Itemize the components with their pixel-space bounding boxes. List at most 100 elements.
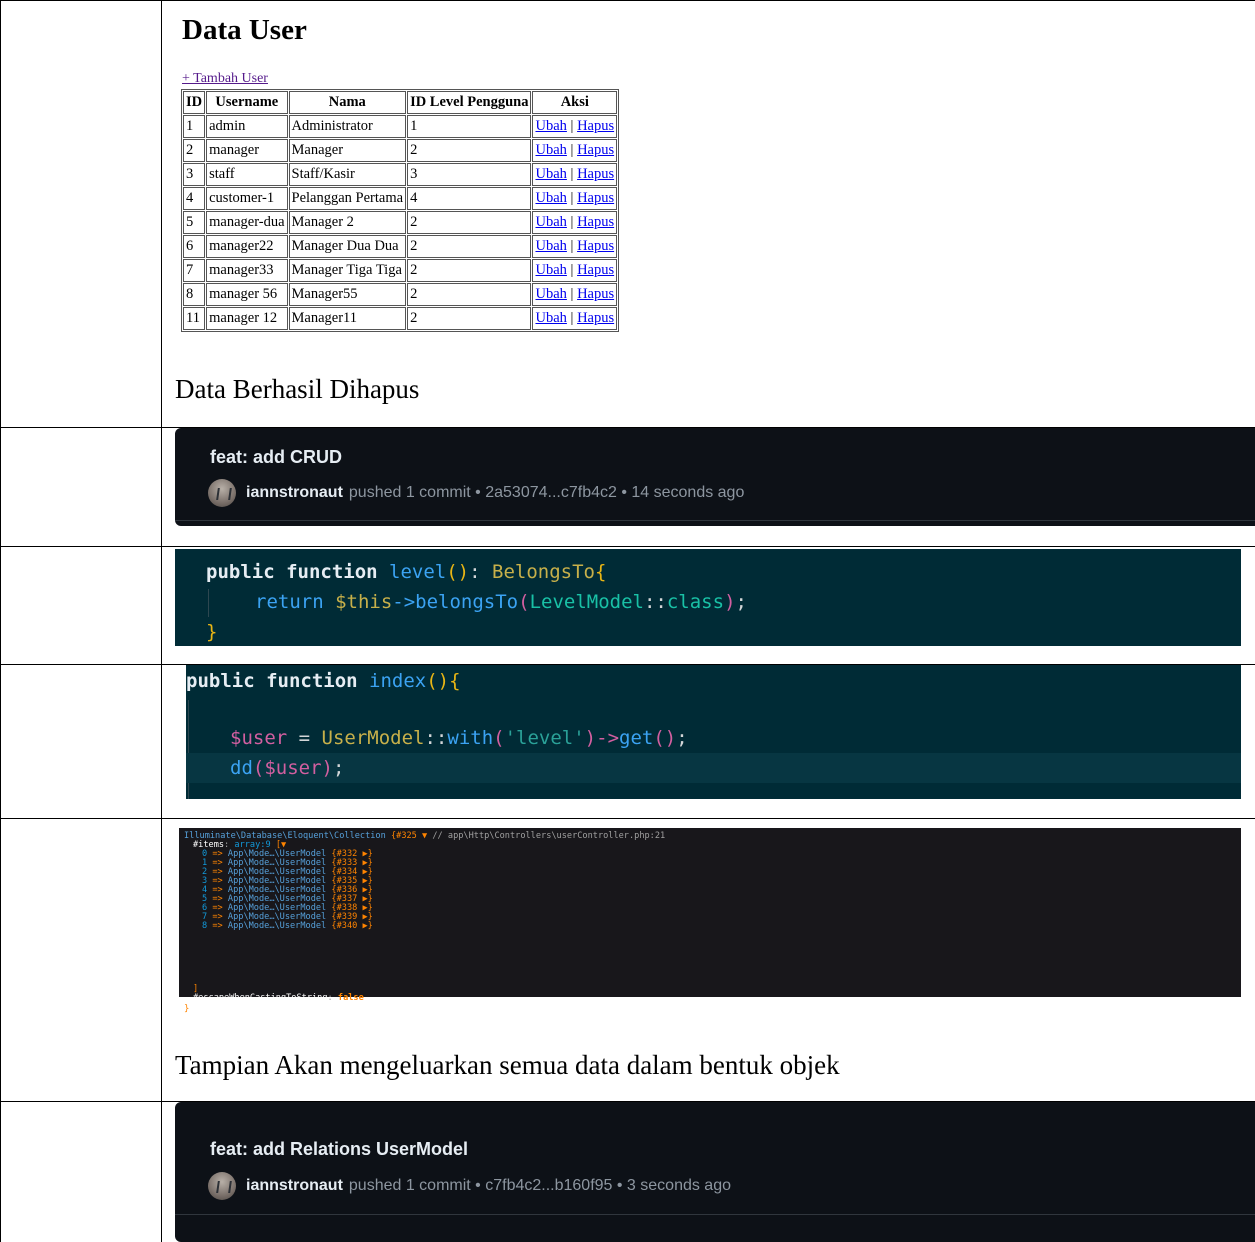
delete-link[interactable]: Hapus	[577, 118, 614, 134]
edit-link[interactable]: Ubah	[535, 262, 566, 278]
code-block-relation: public function level(): BelongsTo{ retu…	[175, 549, 1241, 646]
action-separator: |	[570, 214, 574, 230]
cell-username: manager 12	[206, 307, 288, 330]
row-divider	[0, 546, 1255, 547]
cell-nama: Manager Tiga Tiga	[288, 259, 407, 282]
commit-title[interactable]: feat: add Relations UserModel	[210, 1139, 468, 1160]
card-divider	[175, 1214, 1255, 1215]
avatar[interactable]	[208, 479, 236, 507]
code-line: }	[206, 621, 218, 643]
cell-aksi: Ubah | Hapus	[532, 211, 618, 234]
header-username: Username	[206, 91, 288, 114]
delete-link[interactable]: Hapus	[577, 262, 614, 278]
cell-level: 2	[407, 139, 532, 162]
edit-link[interactable]: Ubah	[535, 214, 566, 230]
cell-nama: Manager Dua Dua	[288, 235, 407, 258]
table-row: 8 manager 56 Manager55 2 Ubah | Hapus	[183, 283, 618, 306]
cell-username: customer-1	[206, 187, 288, 210]
cell-level: 2	[407, 283, 532, 306]
cell-id: 1	[183, 115, 206, 138]
delete-link[interactable]: Hapus	[577, 238, 614, 254]
cell-level: 1	[407, 115, 532, 138]
table-border-top	[0, 0, 1255, 1]
object-output-caption: Tampian Akan mengeluarkan semua data dal…	[175, 1050, 840, 1080]
table-border-left	[0, 0, 1, 1242]
edit-link[interactable]: Ubah	[535, 166, 566, 182]
delete-link[interactable]: Hapus	[577, 142, 614, 158]
edit-link[interactable]: Ubah	[535, 118, 566, 134]
commit-details: pushed 1 commit • 2a53074...c7fb4c2 • 14…	[348, 484, 745, 501]
users-table: ID Username Nama ID Level Pengguna Aksi …	[181, 89, 620, 332]
action-separator: |	[570, 166, 574, 182]
cell-id: 6	[183, 235, 206, 258]
code-line: public function index(){	[186, 670, 461, 692]
action-separator: |	[570, 118, 574, 134]
delete-link[interactable]: Hapus	[577, 166, 614, 182]
cell-aksi: Ubah | Hapus	[532, 163, 618, 186]
table-row: 7 manager33 Manager Tiga Tiga 2 Ubah | Hapus	[183, 259, 618, 282]
code-line: public function level(): BelongsTo{	[206, 561, 607, 583]
cell-nama: Administrator	[288, 115, 407, 138]
table-row: 4 customer-1 Pelanggan Pertama 4 Ubah | Hapu…	[183, 187, 618, 210]
delete-success-message: Data Berhasil Dihapus	[175, 374, 420, 404]
dd-dump-output: Illuminate\Database\Eloquent\Collection …	[179, 828, 1241, 1003]
cell-username: admin	[206, 115, 288, 138]
commit-author[interactable]: iannstronaut	[246, 484, 343, 502]
cell-aksi: Ubah | Hapus	[532, 307, 618, 330]
commit-title[interactable]: feat: add CRUD	[210, 447, 342, 468]
code-block-index: public function index(){ $user = UserMod…	[186, 665, 1241, 799]
cell-username: manager-dua	[206, 211, 288, 234]
dump-close: }	[184, 1004, 190, 1014]
cell-username: staff	[206, 163, 288, 186]
header-aksi: Aksi	[532, 91, 618, 114]
table-row: 1 admin Administrator 1 Ubah | Hapus	[183, 115, 618, 138]
edit-link[interactable]: Ubah	[535, 142, 566, 158]
cell-nama: Pelanggan Pertama	[288, 187, 407, 210]
edit-link[interactable]: Ubah	[535, 310, 566, 326]
cell-nama: Manager11	[288, 307, 407, 330]
action-separator: |	[570, 310, 574, 326]
cell-level: 2	[407, 211, 532, 234]
edit-link[interactable]: Ubah	[535, 190, 566, 206]
cell-aksi: Ubah | Hapus	[532, 115, 618, 138]
delete-link[interactable]: Hapus	[577, 310, 614, 326]
header-nama: Nama	[288, 91, 407, 114]
action-separator: |	[570, 286, 574, 302]
delete-link[interactable]: Hapus	[577, 190, 614, 206]
cell-username: manager	[206, 139, 288, 162]
code-line: dd($user);	[230, 757, 345, 779]
cell-id: 7	[183, 259, 206, 282]
cell-level: 2	[407, 235, 532, 258]
commit-meta: iannstronaut pushed 1 commit • 2a53074..…	[208, 479, 744, 507]
edit-link[interactable]: Ubah	[535, 286, 566, 302]
card-divider	[175, 520, 1255, 521]
table-row: 5 manager-dua Manager 2 2 Ubah | Hapus	[183, 211, 618, 234]
table-row: 3 staff Staff/Kasir 3 Ubah | Hapus	[183, 163, 618, 186]
page-title: Data User	[182, 14, 307, 46]
cell-id: 4	[183, 187, 206, 210]
avatar[interactable]	[208, 1172, 236, 1200]
delete-link[interactable]: Hapus	[577, 214, 614, 230]
commit-author[interactable]: iannstronaut	[246, 1177, 343, 1195]
cell-aksi: Ubah | Hapus	[532, 139, 618, 162]
indent-guide	[188, 700, 189, 799]
delete-link[interactable]: Hapus	[577, 286, 614, 302]
cell-aksi: Ubah | Hapus	[532, 259, 618, 282]
cell-id: 8	[183, 283, 206, 306]
code-line: $user = UserModel::with('level')->get();	[230, 727, 688, 749]
cell-username: manager 56	[206, 283, 288, 306]
table-row: 2 manager Manager 2 Ubah | Hapus	[183, 139, 618, 162]
action-separator: |	[570, 142, 574, 158]
action-separator: |	[570, 262, 574, 278]
cell-nama: Manager 2	[288, 211, 407, 234]
edit-link[interactable]: Ubah	[535, 238, 566, 254]
dump-item-line[interactable]: 8 => App\Mode…\UserModel {#340 ▶}	[202, 922, 373, 931]
add-user-link[interactable]: + Tambah User	[182, 71, 268, 87]
commit-card: feat: add Relations UserModel iannstrona…	[175, 1102, 1255, 1242]
code-line: return $this->belongsTo(LevelModel::clas…	[255, 591, 747, 613]
cell-aksi: Ubah | Hapus	[532, 187, 618, 210]
commit-card: feat: add CRUD iannstronaut pushed 1 com…	[175, 428, 1255, 526]
cell-nama: Manager	[288, 139, 407, 162]
table-row: 6 manager22 Manager Dua Dua 2 Ubah | Hapus	[183, 235, 618, 258]
indent-guide	[208, 589, 209, 617]
